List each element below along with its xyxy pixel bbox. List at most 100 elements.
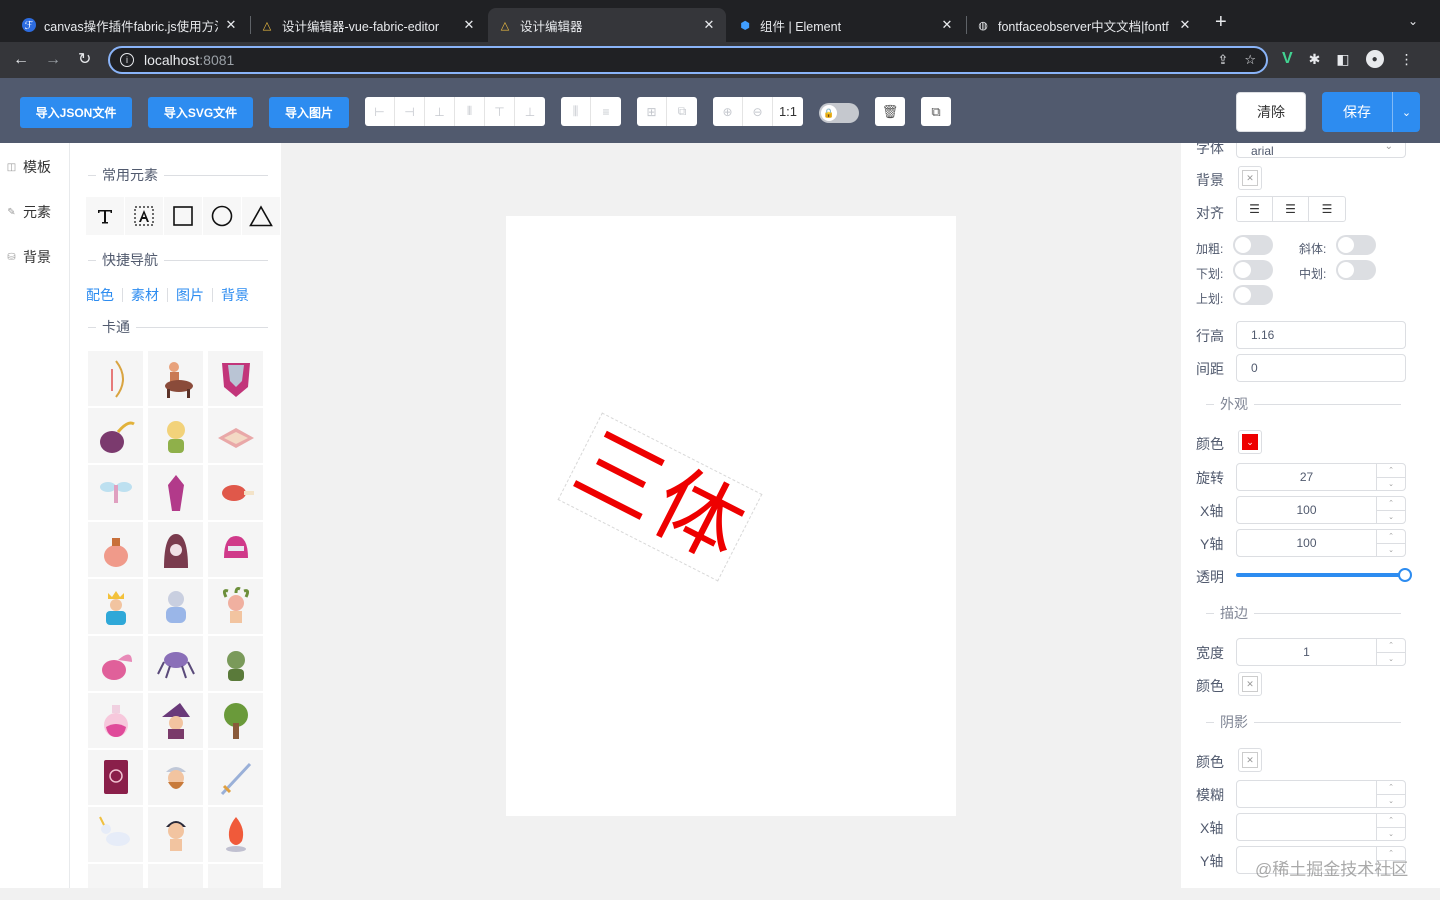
- tab-close-icon[interactable]: ✕: [224, 17, 238, 33]
- char-spacing-input[interactable]: 0: [1236, 354, 1406, 382]
- zoom-out-icon[interactable]: ⊖: [743, 97, 773, 126]
- slider-handle[interactable]: [1398, 568, 1412, 582]
- distribute-horizontal-icon[interactable]: ⫼: [561, 97, 591, 126]
- cartoon-mountain-icon[interactable]: [148, 864, 203, 888]
- site-info-icon[interactable]: i: [120, 53, 134, 67]
- tab-close-icon[interactable]: ✕: [702, 17, 716, 33]
- rotate-stepper[interactable]: ⌃ ⌄: [1376, 464, 1405, 490]
- group-icon[interactable]: ⊞: [637, 97, 667, 126]
- share-icon[interactable]: ⇪: [1217, 52, 1228, 68]
- stepper-up-icon[interactable]: ⌃: [1377, 497, 1405, 511]
- url-bar[interactable]: i localhost:8081 ⇪ ☆: [108, 46, 1268, 74]
- rotate-input[interactable]: 27 ⌃ ⌄: [1236, 463, 1406, 491]
- forward-arrow-icon[interactable]: →: [45, 50, 61, 70]
- quicknav-link-image[interactable]: 图片: [176, 285, 204, 305]
- cartoon-pouch-icon[interactable]: [88, 522, 143, 577]
- stepper-up-icon[interactable]: ⌃: [1377, 464, 1405, 478]
- cartoon-skull-hood-icon[interactable]: [148, 522, 203, 577]
- artboard[interactable]: 三体: [506, 216, 956, 816]
- tab-search-chevron-icon[interactable]: ⌄: [1408, 14, 1418, 28]
- cartoon-helmet-icon[interactable]: [208, 522, 263, 577]
- textbox-tool-icon[interactable]: [125, 197, 163, 235]
- stepper-up-icon[interactable]: ⌃: [1377, 639, 1405, 653]
- cartoon-witch-icon[interactable]: [148, 693, 203, 748]
- align-left-icon[interactable]: ⊢: [365, 97, 395, 126]
- cartoon-armor-icon[interactable]: [208, 351, 263, 406]
- cartoon-fire-icon[interactable]: [208, 807, 263, 862]
- background-color-picker[interactable]: ✕: [1238, 166, 1262, 190]
- profile-avatar-icon[interactable]: ●: [1365, 50, 1384, 68]
- align-hcenter-icon[interactable]: ⊥: [425, 97, 455, 126]
- cartoon-viking-icon[interactable]: [148, 750, 203, 805]
- align-right-icon[interactable]: ⊣: [395, 97, 425, 126]
- cartoon-spellbook-icon[interactable]: [88, 750, 143, 805]
- align-top-icon[interactable]: ⊤: [485, 97, 515, 126]
- browser-tab-fontfaceobserver[interactable]: ◍ fontfaceobserver中文文档|fontf ✕: [966, 8, 1202, 42]
- text-align-left-icon[interactable]: ☰: [1237, 197, 1273, 221]
- cartoon-unicorn-icon[interactable]: [88, 807, 143, 862]
- browser-tab-fabric[interactable]: ℱ canvas操作插件fabric.js使用方法 ✕: [12, 8, 248, 42]
- tab-close-icon[interactable]: ✕: [940, 17, 954, 33]
- browser-menu-icon[interactable]: ⋮: [1400, 51, 1414, 68]
- clear-button[interactable]: 清除: [1236, 92, 1306, 132]
- shadow-x-input[interactable]: ⌃ ⌄: [1236, 813, 1406, 841]
- cartoon-orc-icon[interactable]: [208, 636, 263, 691]
- fill-color-picker[interactable]: ⌄: [1238, 430, 1262, 454]
- triangle-tool-icon[interactable]: [242, 197, 280, 235]
- x-stepper[interactable]: ⌃ ⌄: [1376, 497, 1405, 523]
- cartoon-fairy-icon[interactable]: [88, 465, 143, 520]
- cartoon-map-icon[interactable]: [208, 408, 263, 463]
- cartoon-bow-icon[interactable]: [88, 351, 143, 406]
- delete-trash-icon[interactable]: 🗑: [875, 97, 905, 126]
- stepper-down-icon[interactable]: ⌄: [1377, 653, 1405, 666]
- extensions-puzzle-icon[interactable]: ✱: [1309, 51, 1321, 68]
- stepper-up-icon[interactable]: ⌃: [1377, 781, 1405, 795]
- cartoon-sword-icon[interactable]: [208, 750, 263, 805]
- cartoon-castle-icon[interactable]: [88, 864, 143, 888]
- quicknav-link-material[interactable]: 素材: [131, 285, 159, 305]
- cartoon-crystal-icon[interactable]: [148, 465, 203, 520]
- cartoon-knight-icon[interactable]: [148, 579, 203, 634]
- cartoon-eggplant-icon[interactable]: [88, 408, 143, 463]
- cartoon-dragon-icon[interactable]: [88, 636, 143, 691]
- font-select[interactable]: arial ⌄: [1236, 143, 1406, 158]
- cartoon-pig-icon[interactable]: [208, 864, 263, 888]
- y-stepper[interactable]: ⌃ ⌄: [1376, 530, 1405, 556]
- align-bottom-icon[interactable]: ⊥: [515, 97, 545, 126]
- text-align-right-icon[interactable]: ☰: [1309, 197, 1345, 221]
- text-tool-icon[interactable]: [86, 197, 124, 235]
- stepper-up-icon[interactable]: ⌃: [1377, 530, 1405, 544]
- stroke-width-stepper[interactable]: ⌃ ⌄: [1376, 639, 1405, 665]
- cartoon-tree-icon[interactable]: [208, 693, 263, 748]
- bookmark-star-icon[interactable]: ☆: [1244, 52, 1256, 68]
- new-tab-icon[interactable]: +: [1215, 12, 1227, 32]
- align-vcenter-icon[interactable]: ⫴: [455, 97, 485, 126]
- import-json-button[interactable]: 导入JSON文件: [20, 97, 132, 128]
- italic-toggle[interactable]: [1336, 235, 1376, 255]
- underline-toggle[interactable]: [1233, 260, 1273, 280]
- cartoon-king-icon[interactable]: [88, 579, 143, 634]
- selected-text-object[interactable]: 三体: [557, 412, 763, 582]
- import-image-button[interactable]: 导入图片: [269, 97, 349, 128]
- cartoon-boy-icon[interactable]: [148, 807, 203, 862]
- lock-toggle[interactable]: 🔒: [819, 103, 859, 123]
- shadow-blur-stepper[interactable]: ⌃ ⌄: [1376, 781, 1405, 807]
- cartoon-medusa-icon[interactable]: [208, 579, 263, 634]
- save-button[interactable]: 保存: [1322, 92, 1392, 132]
- save-dropdown-chevron-icon[interactable]: ⌄: [1392, 92, 1420, 132]
- zoom-reset-button[interactable]: 1:1: [773, 97, 803, 126]
- cartoon-potion-icon[interactable]: [88, 693, 143, 748]
- vue-devtools-icon[interactable]: V: [1282, 50, 1293, 68]
- nav-item-element[interactable]: ✎ 元素: [6, 202, 51, 222]
- nav-item-background[interactable]: ⛁ 背景: [6, 247, 51, 267]
- clone-copy-icon[interactable]: ⧉: [921, 97, 951, 126]
- tab-close-icon[interactable]: ✕: [1178, 17, 1192, 33]
- cartoon-centaur-icon[interactable]: [148, 351, 203, 406]
- back-arrow-icon[interactable]: ←: [13, 50, 29, 70]
- cartoon-spider-icon[interactable]: [148, 636, 203, 691]
- y-input[interactable]: 100 ⌃ ⌄: [1236, 529, 1406, 557]
- cartoon-meat-icon[interactable]: [208, 465, 263, 520]
- quicknav-link-color[interactable]: 配色: [86, 285, 114, 305]
- stepper-down-icon[interactable]: ⌄: [1377, 511, 1405, 524]
- stroke-width-input[interactable]: 1 ⌃ ⌄: [1236, 638, 1406, 666]
